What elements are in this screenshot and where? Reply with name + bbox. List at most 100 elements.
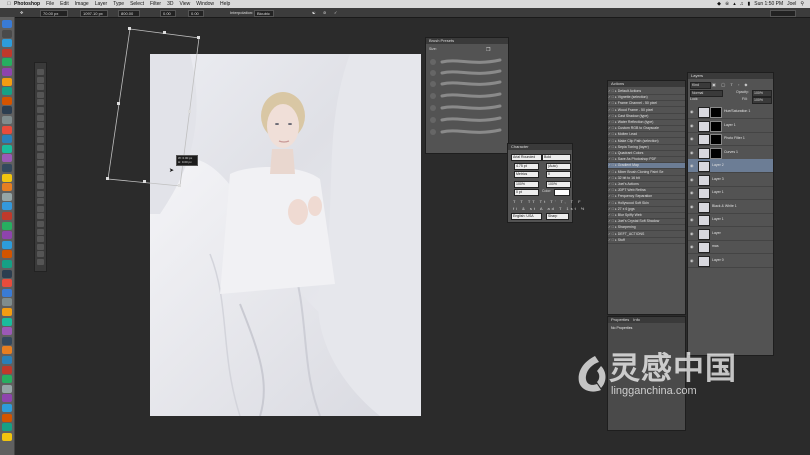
action-item[interactable]: ✓ □ ▸ Joel's Crystal Soft Shadow [608, 219, 685, 226]
dock-app-icon[interactable] [2, 58, 12, 67]
tool-button[interactable] [37, 213, 44, 220]
action-item[interactable]: ✓ □ ▸ Quadrant Colors [608, 151, 685, 157]
tab-info[interactable]: Info [633, 317, 640, 323]
action-item[interactable]: ✓ □ ▸ Gradient Map [608, 163, 685, 170]
visibility-eye-icon[interactable]: ◉ [690, 227, 694, 240]
menu-help[interactable]: Help [217, 0, 233, 8]
action-item[interactable]: ✓ □ ▸ Wood Frame - 50 pixel [608, 108, 685, 114]
action-item[interactable]: ✓ □ ▸ Water Reflection (type) [608, 120, 685, 126]
layer-row[interactable]: ◉ mas [688, 240, 773, 254]
tool-button[interactable] [37, 99, 44, 106]
action-item[interactable]: ✓ □ ▸ Make Clip Path (selection) [608, 139, 685, 145]
action-toggle-icon[interactable]: ✓ □ ▸ [608, 132, 618, 136]
action-toggle-icon[interactable]: ✓ □ ▸ [608, 101, 618, 105]
tool-button[interactable] [37, 228, 44, 235]
action-item[interactable]: ✓ □ ▸ 32 bit to 16 bit [608, 176, 685, 182]
skew-field[interactable]: 0.00 [188, 10, 204, 17]
dock-app-icon[interactable] [2, 375, 12, 384]
dock-app-icon[interactable] [2, 240, 12, 249]
visibility-eye-icon[interactable]: ◉ [690, 254, 694, 267]
dock-app-icon[interactable] [2, 365, 12, 374]
visibility-eye-icon[interactable]: ◉ [690, 146, 694, 159]
action-item[interactable]: ✓ □ ▸ Default Actions [608, 89, 685, 95]
tool-button[interactable] [37, 190, 44, 197]
dock-app-icon[interactable] [2, 317, 12, 326]
dock-app-icon[interactable] [2, 154, 12, 163]
action-toggle-icon[interactable]: ✓ □ ▸ [608, 170, 618, 174]
layer-mask-thumbnail[interactable] [710, 120, 722, 132]
layer-filter-kind[interactable]: Kind [690, 82, 711, 89]
tool-button[interactable] [37, 160, 44, 167]
tool-button[interactable] [37, 107, 44, 113]
menu-edit[interactable]: Edit [57, 0, 72, 8]
visibility-eye-icon[interactable]: ◉ [690, 173, 694, 186]
action-item[interactable]: ✓ □ ▸ DEFT_ACTIONS [608, 232, 685, 238]
layer-row[interactable]: ◉ Layer 0 [688, 254, 773, 268]
tool-button[interactable] [37, 114, 44, 121]
dropbox-icon[interactable]: ◆ [717, 0, 721, 8]
action-toggle-icon[interactable]: ✓ □ ▸ [608, 176, 618, 180]
action-toggle-icon[interactable]: ✓ □ ▸ [608, 188, 618, 192]
menu-select[interactable]: Select [127, 0, 147, 8]
layer-mask-thumbnail[interactable] [710, 107, 722, 118]
action-item[interactable]: ✓ □ ▸ Blur Spiffy Web [608, 213, 685, 219]
move-tool-icon[interactable]: ✥ [20, 10, 23, 15]
horizontal-scale-field[interactable]: 100% [546, 181, 571, 188]
volume-icon[interactable]: ♫ [740, 0, 744, 8]
dock-app-icon[interactable] [2, 346, 12, 355]
tool-button[interactable] [37, 243, 44, 250]
action-toggle-icon[interactable]: ✓ □ ▸ [608, 238, 618, 242]
dock-app-icon[interactable] [2, 394, 12, 403]
kerning-field[interactable]: Metrics [514, 171, 539, 178]
action-item[interactable]: ✓ □ ▸ Sharpening [608, 225, 685, 232]
dock-app-icon[interactable] [2, 327, 12, 336]
layer-row[interactable]: ◉ Layer 1 [688, 186, 773, 200]
tool-button[interactable] [37, 129, 44, 136]
dock-app-icon[interactable] [2, 212, 12, 220]
tool-button[interactable] [37, 183, 44, 189]
layer-row[interactable]: ◉ Photo Filter 1 [688, 132, 773, 146]
action-item[interactable]: ✓ □ ▸ Cast Shadow (type) [608, 114, 685, 120]
tool-button[interactable] [37, 122, 44, 129]
tool-button[interactable] [37, 167, 44, 174]
tool-button[interactable] [37, 221, 44, 227]
new-brush-icon[interactable]: ❐ [486, 47, 490, 53]
dock-app-icon[interactable] [2, 116, 12, 124]
layer-mask-thumbnail[interactable] [710, 134, 722, 145]
visibility-eye-icon[interactable]: ◉ [690, 105, 694, 118]
action-item[interactable]: ✓ □ ▸ Vignette (selection) [608, 95, 685, 102]
dock-app-icon[interactable] [2, 384, 12, 393]
dock-app-icon[interactable] [2, 164, 12, 172]
menu-filter[interactable]: Filter [147, 0, 164, 8]
action-item[interactable]: ✓ □ ▸ Mixer Brush Cloning Paint Se [608, 170, 685, 176]
visibility-eye-icon[interactable]: ◉ [690, 132, 694, 145]
action-toggle-icon[interactable]: ✓ □ ▸ [608, 213, 618, 217]
opacity-field[interactable]: 100% [752, 90, 772, 97]
dock-app-icon[interactable] [2, 29, 12, 38]
action-item[interactable]: ✓ □ ▸ Hollywood Soft Skin [608, 201, 685, 207]
action-item[interactable]: ✓ □ ▸ Sepia Toning (layer) [608, 145, 685, 151]
dock-app-icon[interactable] [2, 173, 12, 182]
dock-app-icon[interactable] [2, 202, 12, 211]
action-item[interactable]: ✓ □ ▸ Joel's Actions [608, 182, 685, 188]
brush-strokes-list[interactable] [428, 56, 506, 151]
action-toggle-icon[interactable]: ✓ □ ▸ [608, 219, 618, 223]
tool-button[interactable] [37, 84, 44, 91]
tool-button[interactable] [37, 251, 44, 258]
apple-icon[interactable]:  [4, 0, 14, 8]
action-toggle-icon[interactable]: ✓ □ ▸ [608, 145, 618, 149]
action-toggle-icon[interactable]: ✓ □ ▸ [608, 120, 618, 124]
layer-mask-thumbnail[interactable] [710, 147, 722, 159]
layer-row[interactable]: ◉ Layer 1 [688, 119, 773, 133]
action-item[interactable]: ✓ □ ▸ Molten Lead [608, 132, 685, 139]
action-toggle-icon[interactable]: ✓ □ ▸ [608, 114, 618, 118]
workspace-select[interactable] [770, 10, 796, 17]
dock-app-icon[interactable] [2, 20, 12, 28]
dock-app-icon[interactable] [2, 221, 12, 230]
font-style-select[interactable]: Bold [542, 154, 571, 161]
visibility-eye-icon[interactable]: ◉ [690, 240, 694, 253]
visibility-eye-icon[interactable]: ◉ [690, 119, 694, 132]
opentype-buttons[interactable]: fi & st A ad T 1st ½ [513, 206, 586, 211]
menu-file[interactable]: File [43, 0, 57, 8]
action-toggle-icon[interactable]: ✓ □ ▸ [608, 151, 618, 155]
